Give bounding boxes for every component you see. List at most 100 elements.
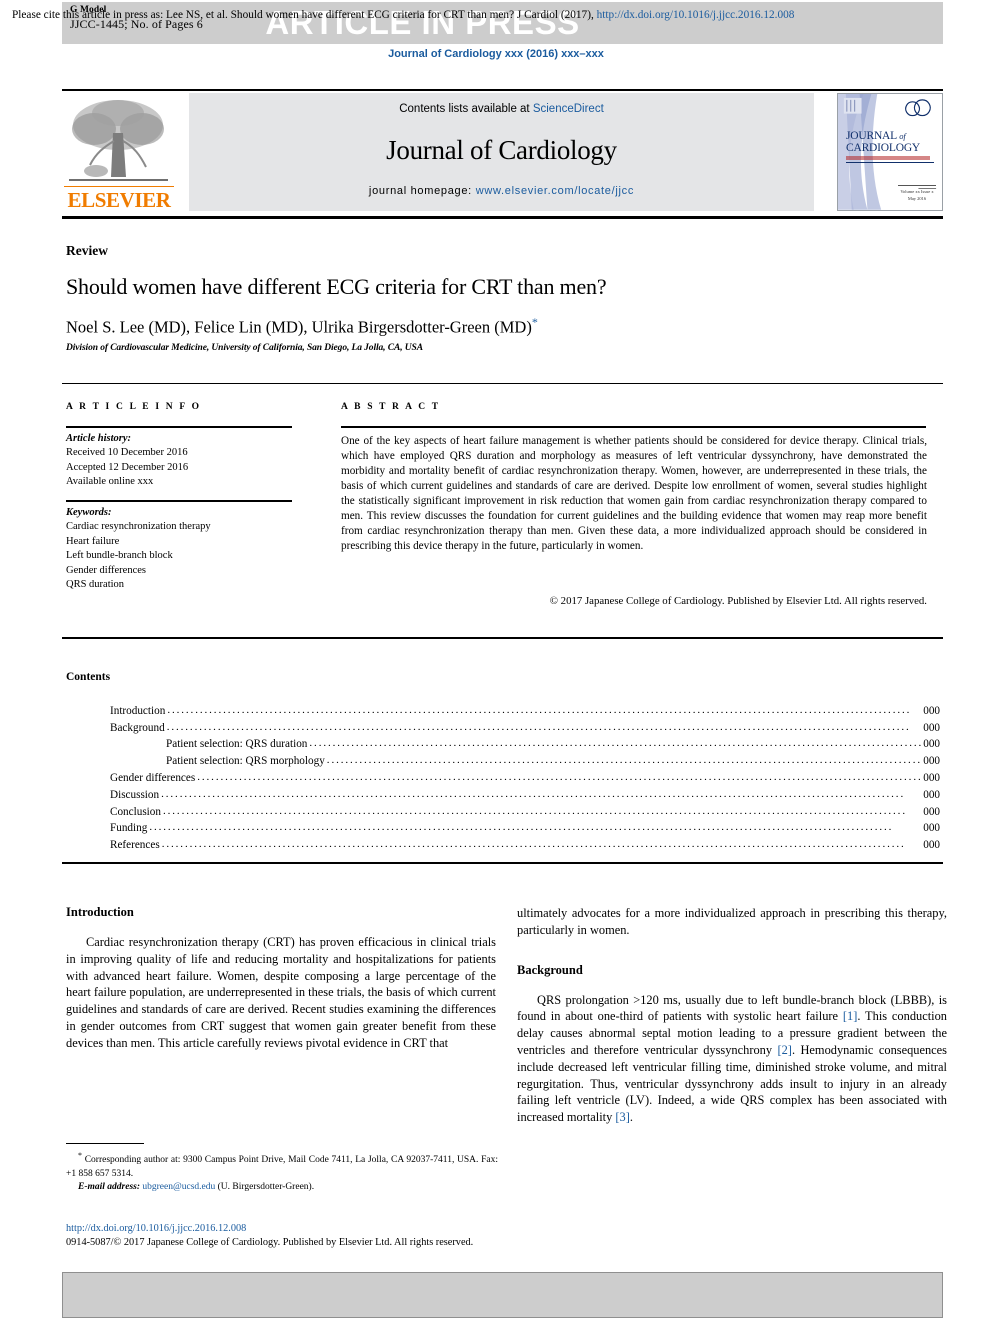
- elsevier-wordmark: ELSEVIER: [67, 188, 171, 212]
- corresponding-author-marker: *: [531, 315, 538, 329]
- keyword-item: Heart failure: [66, 535, 120, 547]
- toc-page: 000: [923, 822, 940, 835]
- keyword-item: Cardiac resynchronization therapy: [66, 521, 211, 533]
- doi-block: http://dx.doi.org/10.1016/j.jjcc.2016.12…: [66, 1222, 506, 1250]
- masthead-top-rule: [62, 89, 943, 91]
- article-history: Article history: Received 10 December 20…: [66, 432, 306, 490]
- toc-label: Background: [110, 721, 165, 734]
- article-page: G Model JJCC-1445; No. of Pages 6 ARTICL…: [0, 0, 992, 1323]
- abstract-bottom-rule: [62, 637, 943, 639]
- toc-dot-leader: ........................................…: [162, 805, 907, 817]
- toc-entry[interactable]: Gender differences .....................…: [110, 770, 940, 787]
- bg-text-d: .: [629, 1110, 633, 1125]
- introduction-continued: ultimately advocates for a more individu…: [517, 906, 947, 937]
- toc-page: 000: [923, 805, 940, 818]
- cover-journal-title: JOURNAL of CARDIOLOGY: [846, 130, 938, 154]
- toc-entry[interactable]: Conclusion .............................…: [110, 804, 940, 821]
- article-info-rule: [66, 426, 292, 428]
- footnote-rule: [66, 1143, 144, 1144]
- cover-title-line2: CARDIOLOGY: [846, 142, 921, 155]
- cover-volume-note: Volume xx Issue x May 2016: [900, 188, 934, 201]
- cover-rule: [846, 162, 934, 163]
- history-accepted: Accepted 12 December 2016: [66, 461, 189, 473]
- author-list: Noel S. Lee (MD), Felice Lin (MD), Ulrik…: [66, 315, 926, 338]
- toc-entry[interactable]: References .............................…: [110, 837, 940, 854]
- cover-title-line1: JOURNAL: [846, 130, 897, 142]
- elsevier-tree-icon: [69, 100, 168, 181]
- keywords-block: Keywords: Cardiac resynchronization ther…: [66, 506, 316, 593]
- abstract-rule: [341, 426, 926, 428]
- corresponding-author-note: * Corresponding author at: 9300 Campus P…: [66, 1150, 498, 1181]
- contents-bottom-rule: [62, 862, 943, 864]
- toc-page: 000: [923, 755, 940, 768]
- email-link[interactable]: ubgreen@ucsd.edu: [142, 1182, 215, 1192]
- keywords-rule: [66, 500, 292, 502]
- history-online: Available online xxx: [66, 476, 154, 488]
- introduction-paragraph: Cardiac resynchronization therapy (CRT) …: [66, 935, 496, 1050]
- toc-label: Introduction: [110, 704, 166, 717]
- masthead: ELSEVIER Contents lists available at Sci…: [62, 93, 943, 213]
- issn-copyright-line: 0914-5087/© 2017 Japanese College of Car…: [66, 1236, 474, 1248]
- toc-dot-leader: ........................................…: [166, 721, 911, 733]
- toc-label: Discussion: [110, 788, 160, 801]
- history-received: Received 10 December 2016: [66, 447, 188, 459]
- toc-page: 000: [923, 738, 940, 751]
- toc-dot-leader: ........................................…: [161, 839, 906, 851]
- homepage-prefix: journal homepage:: [368, 185, 476, 197]
- info-section-top-rule: [62, 383, 943, 385]
- toc-dot-leader: ........................................…: [161, 788, 906, 800]
- affiliation: Division of Cardiovascular Medicine, Uni…: [66, 343, 423, 353]
- journal-homepage-line: journal homepage: www.elsevier.com/locat…: [189, 185, 814, 197]
- keyword-item: Left bundle-branch block: [66, 550, 173, 562]
- article-type-kicker: Review: [66, 243, 108, 258]
- toc-entry[interactable]: Patient selection: QRS morphology ......…: [110, 753, 940, 770]
- cite-doi-link[interactable]: http://dx.doi.org/10.1016/j.jjcc.2016.12…: [597, 9, 795, 21]
- masthead-box: Contents lists available at ScienceDirec…: [189, 93, 814, 211]
- email-label: E-mail address:: [78, 1182, 141, 1193]
- keyword-item: QRS duration: [66, 579, 125, 591]
- toc-entry[interactable]: Patient selection: QRS duration ........…: [110, 737, 940, 754]
- toc-entry[interactable]: Funding ................................…: [110, 821, 940, 838]
- journal-title: Journal of Cardiology: [386, 135, 617, 165]
- doi-link[interactable]: http://dx.doi.org/10.1016/j.jjcc.2016.12…: [66, 1222, 506, 1236]
- toc-page: 000: [923, 721, 940, 734]
- section-heading-background: Background: [517, 962, 583, 977]
- abstract-copyright: © 2017 Japanese College of Cardiology. P…: [549, 595, 927, 607]
- cover-volume-rule: [898, 185, 936, 186]
- toc-entry[interactable]: Background .............................…: [110, 720, 940, 737]
- contents-prefix: Contents lists available at: [399, 103, 533, 115]
- citation-ref-3[interactable]: [3]: [615, 1110, 629, 1124]
- contents-available-line: Contents lists available at ScienceDirec…: [189, 103, 814, 115]
- toc-dot-leader: ........................................…: [309, 738, 921, 750]
- toc-dot-leader: ........................................…: [326, 755, 921, 767]
- toc-page: 000: [923, 788, 940, 801]
- toc-label: References: [110, 839, 160, 852]
- body-column-left: Introduction Cardiac resynchronization t…: [66, 905, 496, 1062]
- email-owner: (U. Birgersdotter-Green).: [215, 1182, 315, 1193]
- cite-this-article-text: Please cite this article in press as: Le…: [12, 8, 868, 23]
- footnote-block: * Corresponding author at: 9300 Campus P…: [66, 1150, 498, 1195]
- sciencedirect-link[interactable]: ScienceDirect: [533, 103, 604, 115]
- section-heading-introduction: Introduction: [66, 905, 134, 919]
- toc-entry[interactable]: Introduction ...........................…: [110, 703, 940, 720]
- citation-ref-1[interactable]: [1]: [843, 1009, 857, 1023]
- author-names: Noel S. Lee (MD), Felice Lin (MD), Ulrik…: [66, 317, 532, 337]
- toc-entry[interactable]: Discussion .............................…: [110, 787, 940, 804]
- toc-label: Patient selection: QRS duration: [166, 738, 308, 751]
- journal-reference-line: Journal of Cardiology xxx (2016) xxx–xxx: [388, 48, 604, 60]
- toc-dot-leader: ........................................…: [197, 771, 922, 783]
- email-note: E-mail address: ubgreen@ucsd.edu (U. Bir…: [66, 1181, 498, 1194]
- elsevier-logo: ELSEVIER: [62, 93, 176, 213]
- toc-label: Gender differences: [110, 771, 196, 784]
- homepage-url-link[interactable]: www.elsevier.com/locate/jjcc: [476, 185, 634, 197]
- masthead-bottom-rule: [62, 216, 943, 220]
- contents-heading: Contents: [66, 671, 111, 683]
- toc-dot-leader: ........................................…: [149, 822, 894, 834]
- background-paragraph: QRS prolongation >120 ms, usually due to…: [517, 992, 947, 1126]
- toc-label: Funding: [110, 822, 148, 835]
- toc-page: 000: [923, 771, 940, 784]
- citation-ref-2[interactable]: [2]: [777, 1043, 791, 1057]
- toc-dot-leader: ........................................…: [167, 704, 912, 716]
- cover-title-of: of: [899, 131, 906, 141]
- toc-page: 000: [923, 839, 940, 852]
